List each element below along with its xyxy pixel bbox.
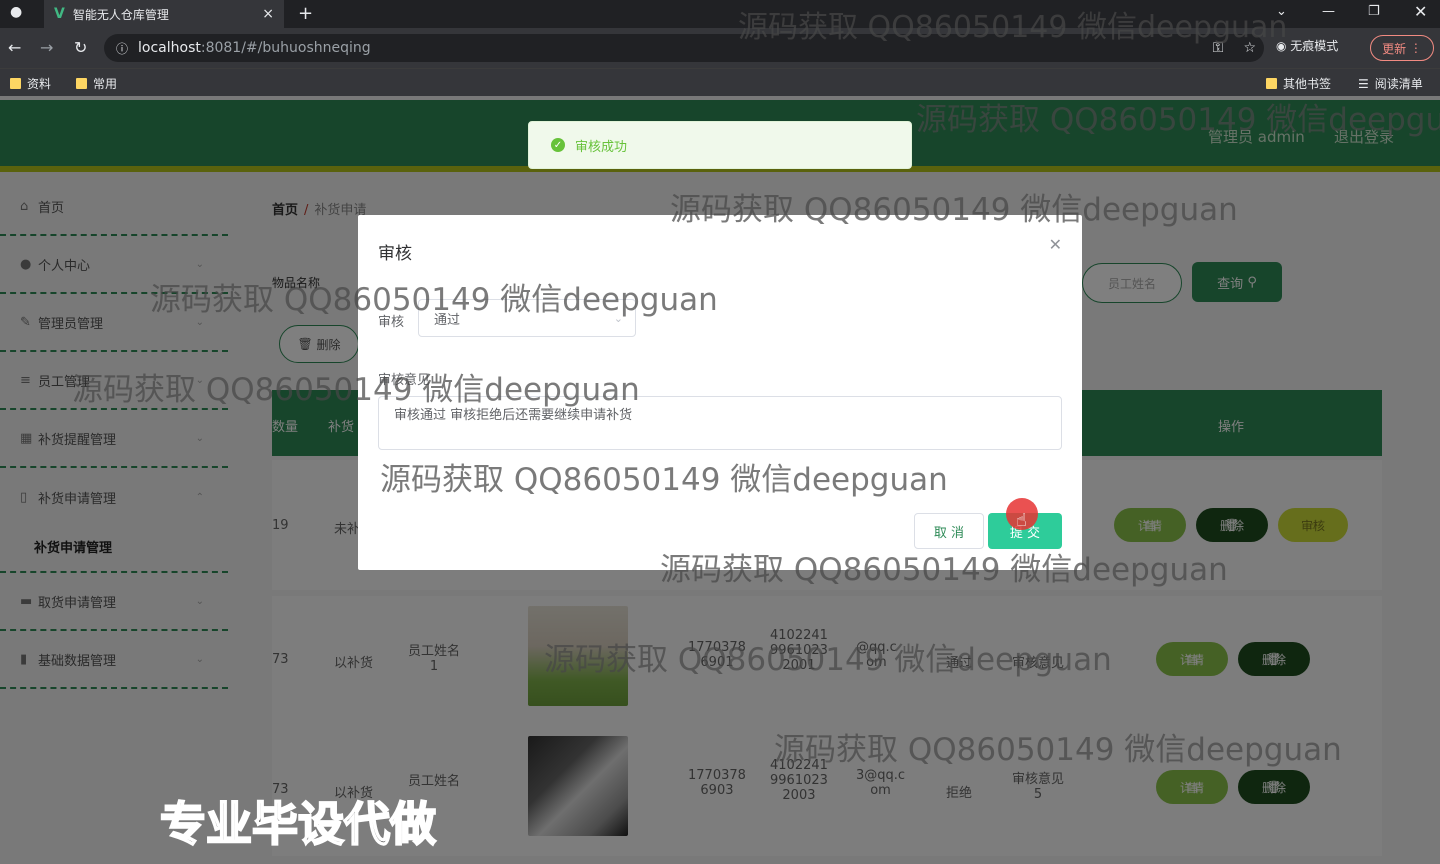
audit-select[interactable]: 通过 ⌄	[418, 299, 636, 337]
audit-dialog: 审核 ✕ 审核 通过 ⌄ 审核意见 审核通过 审核拒绝后还需要继续申请补货 取 消…	[358, 215, 1082, 570]
opinion-textarea[interactable]: 审核通过 审核拒绝后还需要继续申请补货	[378, 396, 1062, 450]
update-button[interactable]: 更新 ⋮	[1370, 35, 1434, 61]
tab-title: 智能无人仓库管理	[72, 7, 169, 22]
vue-logo-icon: V	[54, 6, 65, 22]
dialog-title: 审核	[378, 244, 412, 264]
key-icon[interactable]: ⚿	[1213, 40, 1224, 56]
success-toast: ✓ 审核成功	[528, 121, 912, 169]
info-icon[interactable]: ⓘ	[116, 40, 128, 57]
tab-search-icon[interactable]: ⌄	[1276, 4, 1287, 19]
close-window-icon[interactable]: ✕	[1414, 2, 1427, 21]
browser-tab-strip: ● V 智能无人仓库管理 × + ⌄ — ❐ ✕	[0, 0, 1440, 28]
browser-tab[interactable]: V 智能无人仓库管理 ×	[44, 0, 284, 28]
cancel-button[interactable]: 取 消	[914, 513, 984, 549]
url-path: :8081/#/buhuoshneqing	[200, 40, 371, 56]
promo-text: 专业毕设代做	[159, 796, 437, 852]
toast-message: 审核成功	[575, 139, 628, 155]
browser-menu-icon[interactable]: ●	[10, 4, 22, 20]
chevron-down-icon: ⌄	[613, 311, 623, 325]
forward-icon[interactable]: →	[40, 38, 53, 57]
check-circle-icon: ✓	[551, 138, 565, 152]
new-tab-icon[interactable]: +	[298, 3, 313, 24]
bookmark-folder[interactable]: 资料	[10, 75, 51, 92]
back-icon[interactable]: ←	[8, 38, 21, 57]
incognito-label[interactable]: ◉ 无痕模式	[1276, 37, 1338, 54]
close-tab-icon[interactable]: ×	[262, 6, 274, 22]
bookmark-folder[interactable]: 常用	[76, 75, 117, 92]
url-host: localhost	[138, 40, 201, 56]
restore-icon[interactable]: ❐	[1368, 4, 1380, 19]
bookmark-star-icon[interactable]: ☆	[1243, 40, 1256, 56]
other-bookmarks[interactable]: 其他书签	[1266, 75, 1331, 92]
folder-icon	[76, 78, 87, 89]
url-input[interactable]: ⓘ localhost:8081/#/buhuoshneqing ⚿ ☆	[104, 34, 1264, 62]
minimize-icon[interactable]: —	[1322, 4, 1335, 19]
reading-list-icon: ☰	[1358, 76, 1369, 91]
folder-icon	[1266, 78, 1277, 89]
close-icon[interactable]: ✕	[1049, 235, 1062, 254]
folder-icon	[10, 78, 21, 89]
opinion-field-label: 审核意见	[378, 373, 431, 388]
hand-cursor-icon: ☝	[1016, 510, 1027, 531]
reload-icon[interactable]: ↻	[74, 38, 87, 57]
audit-field-label: 审核	[378, 315, 405, 330]
bookmarks-bar: 资料 常用 其他书签 ☰ 阅读清单	[0, 68, 1440, 96]
address-bar: ← → ↻ ⓘ localhost:8081/#/buhuoshneqing ⚿…	[0, 28, 1440, 68]
reading-list[interactable]: ☰ 阅读清单	[1358, 75, 1423, 92]
